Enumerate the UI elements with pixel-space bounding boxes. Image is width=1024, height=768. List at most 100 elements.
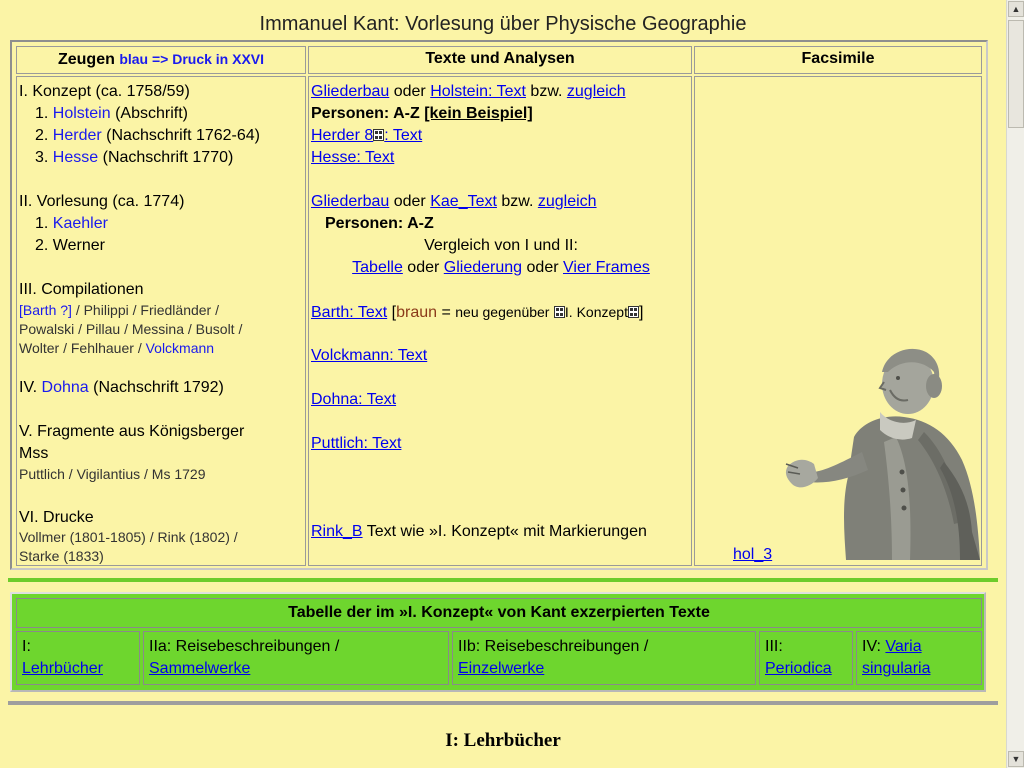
facsimile-row: hol_3 bbox=[733, 544, 772, 566]
separator: / bbox=[132, 302, 137, 318]
herder-row: Herder 8: Text bbox=[311, 125, 422, 147]
cell-prefix: IV: bbox=[862, 638, 881, 655]
rink-b-link[interactable]: Rink_B bbox=[311, 523, 363, 540]
zugleich-link-1[interactable]: zugleich bbox=[567, 83, 626, 100]
excerpt-table-heading: Tabelle der im »I. Konzept« von Kant exz… bbox=[16, 598, 982, 628]
gliederung-link[interactable]: Gliederung bbox=[444, 259, 522, 276]
puttlich-row: Puttlich: Text bbox=[311, 433, 401, 455]
witness-wolter: Wolter bbox=[19, 340, 60, 356]
holstein-text-link[interactable]: Holstein: Text bbox=[430, 83, 526, 100]
sammelwerke-link[interactable]: Sammelwerke bbox=[149, 660, 250, 677]
section-drucke-title: VI. Drucke bbox=[19, 509, 94, 526]
excerpt-cell-varia: IV: Varia singularia bbox=[856, 631, 982, 685]
druck-starke: Starke (1833) bbox=[19, 548, 104, 564]
volckmann-text-link[interactable]: Volckmann: Text bbox=[311, 347, 427, 364]
puttlich-text-link[interactable]: Puttlich: Text bbox=[311, 435, 401, 452]
excerpt-table: Tabelle der im »I. Konzept« von Kant exz… bbox=[10, 592, 986, 692]
neu-gegenueber-label: neu gegenüber bbox=[455, 304, 550, 320]
barth-text-link[interactable]: Barth: Text bbox=[311, 304, 387, 321]
vorlesung-links-row: Gliederbau oder Kae_Text bzw. zugleich bbox=[311, 191, 597, 213]
section-heading-lehrbuecher: I: Lehrbücher bbox=[445, 730, 561, 751]
witness-messina: Messina bbox=[131, 321, 184, 337]
vier-frames-link[interactable]: Vier Frames bbox=[563, 259, 650, 276]
list-item: 1. Kaehler bbox=[35, 213, 108, 235]
i-konzept-label: I. Konzept bbox=[564, 304, 628, 320]
section-dohna: IV. Dohna (Nachschrift 1792) bbox=[19, 377, 224, 399]
varia-link[interactable]: Varia bbox=[885, 638, 921, 655]
page-title: Immanuel Kant: Vorlesung über Physische … bbox=[259, 13, 747, 35]
separator: / bbox=[215, 302, 220, 318]
witness-barth[interactable]: [Barth ?] bbox=[19, 302, 72, 318]
section-vorlesung-title: II. Vorlesung (ca. 1774) bbox=[19, 193, 185, 210]
separator: / bbox=[149, 529, 154, 545]
gliederbau-link-1[interactable]: Gliederbau bbox=[311, 83, 389, 100]
item-number: 2. bbox=[35, 237, 49, 254]
list-item: 1. Holstein (Abschrift) bbox=[35, 103, 188, 125]
text-oder: oder bbox=[407, 259, 440, 276]
herder-8-link[interactable]: Herder 8: Text bbox=[311, 127, 422, 144]
einzelwerke-link[interactable]: Einzelwerke bbox=[458, 660, 544, 677]
vertical-scrollbar[interactable]: ▲ ▼ bbox=[1006, 0, 1024, 768]
hesse-row: Hesse: Text bbox=[311, 147, 394, 169]
text-oder: oder bbox=[393, 193, 426, 210]
separator: / bbox=[233, 529, 238, 545]
scroll-thumb[interactable] bbox=[1008, 20, 1024, 128]
witness-pillau: Pillau bbox=[85, 321, 121, 337]
witness-kaehler[interactable]: Kaehler bbox=[53, 215, 108, 232]
singularia-link[interactable]: singularia bbox=[862, 660, 930, 677]
witness-herder[interactable]: Herder bbox=[53, 127, 102, 144]
cell-prefix: IIb: Reisebeschreibungen / bbox=[458, 638, 649, 655]
gliederbau-link-2[interactable]: Gliederbau bbox=[311, 193, 389, 210]
witness-friedlaender: Friedländer bbox=[140, 302, 212, 318]
vergleich-label: Vergleich von I und II: bbox=[424, 237, 578, 254]
list-item: 3. Hesse (Nachschrift 1770) bbox=[35, 147, 233, 169]
item-number: 1. bbox=[35, 215, 49, 232]
drucke-line-1: Vollmer (1801-1805) / Rink (1802) / bbox=[19, 528, 238, 547]
cell-prefix: I: bbox=[22, 638, 31, 655]
rink-note: Text wie »I. Konzept« mit Markierungen bbox=[366, 523, 647, 540]
green-divider bbox=[8, 578, 998, 582]
excerpt-cell-einzelwerke: IIb: Reisebeschreibungen / Einzelwerke bbox=[452, 631, 756, 685]
periodica-link[interactable]: Periodica bbox=[765, 660, 832, 677]
gray-divider bbox=[8, 701, 998, 705]
section-fragmente-title: V. Fragmente aus Königsberger bbox=[19, 423, 245, 440]
page: Immanuel Kant: Vorlesung über Physische … bbox=[0, 0, 1006, 768]
hesse-text-link[interactable]: Hesse: Text bbox=[311, 149, 394, 166]
text-oder: oder bbox=[526, 259, 559, 276]
konzept-links-row: Gliederbau oder Holstein: Text bzw. zugl… bbox=[311, 81, 626, 103]
personen-label: Personen: A-Z bbox=[311, 105, 420, 122]
ff-frame-icon[interactable] bbox=[553, 306, 565, 318]
lehrbuecher-link[interactable]: Lehrbücher bbox=[22, 660, 103, 677]
witness-fehlhauer: Fehlhauer bbox=[70, 340, 134, 356]
excerpt-cell-sammelwerke: IIa: Reisebeschreibungen / Sammelwerke bbox=[143, 631, 449, 685]
zugleich-link-2[interactable]: zugleich bbox=[538, 193, 597, 210]
hol-3-link[interactable]: hol_3 bbox=[733, 546, 772, 563]
witness-holstein[interactable]: Holstein bbox=[53, 105, 111, 122]
header-texte: Texte und Analysen bbox=[308, 46, 692, 74]
header-facsimile: Facsimile bbox=[694, 46, 982, 74]
compilationen-line-3: Wolter / Fehlhauer / Volckmann bbox=[19, 339, 214, 358]
witness-philippi: Philippi bbox=[83, 302, 129, 318]
kant-statue-icon bbox=[785, 348, 980, 560]
separator: / bbox=[75, 302, 80, 318]
texte-column: Gliederbau oder Holstein: Text bzw. zugl… bbox=[308, 76, 692, 566]
section-fragmente-title-2: Mss bbox=[19, 445, 49, 462]
rink-row: Rink_B Text wie »I. Konzept« mit Markier… bbox=[311, 521, 647, 543]
text-oder: oder bbox=[393, 83, 426, 100]
tabelle-link[interactable]: Tabelle bbox=[352, 259, 403, 276]
witness-busolt: Busolt bbox=[195, 321, 235, 337]
scroll-down-button[interactable]: ▼ bbox=[1008, 751, 1024, 767]
witness-volckmann[interactable]: Volckmann bbox=[146, 340, 214, 356]
volckmann-row: Volckmann: Text bbox=[311, 345, 427, 367]
ff-frame-icon[interactable] bbox=[627, 306, 639, 318]
kein-beispiel-link[interactable]: [kein Beispiel] bbox=[424, 105, 532, 122]
scroll-up-button[interactable]: ▲ bbox=[1008, 1, 1024, 17]
cell-prefix: IIa: Reisebeschreibungen / bbox=[149, 638, 340, 655]
kae-text-link[interactable]: Kae_Text bbox=[430, 193, 497, 210]
witness-dohna[interactable]: Dohna bbox=[42, 379, 89, 396]
separator: / bbox=[238, 321, 243, 337]
witness-hesse[interactable]: Hesse bbox=[53, 149, 98, 166]
section-compilationen-title: III. Compilationen bbox=[19, 281, 144, 298]
dohna-text-link[interactable]: Dohna: Text bbox=[311, 391, 396, 408]
item-note: (Nachschrift 1762-64) bbox=[106, 127, 260, 144]
